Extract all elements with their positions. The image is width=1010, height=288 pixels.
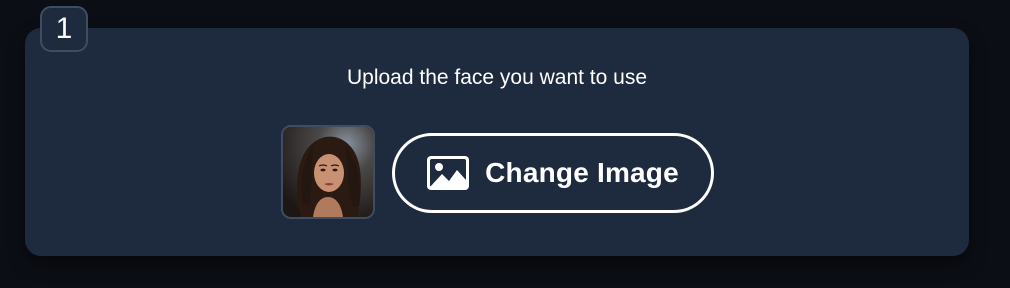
- change-image-button[interactable]: Change Image: [392, 133, 714, 213]
- image-icon: [427, 156, 470, 190]
- change-image-label: Change Image: [485, 157, 679, 188]
- uploaded-face-thumbnail: [281, 125, 375, 219]
- page: Upload the face you want to use Change I…: [0, 0, 1010, 288]
- upload-card: Upload the face you want to use Change I…: [25, 28, 969, 256]
- upload-prompt: Upload the face you want to use: [346, 66, 648, 89]
- step-number-badge: 1: [40, 6, 88, 52]
- face-photo-image: [283, 127, 373, 217]
